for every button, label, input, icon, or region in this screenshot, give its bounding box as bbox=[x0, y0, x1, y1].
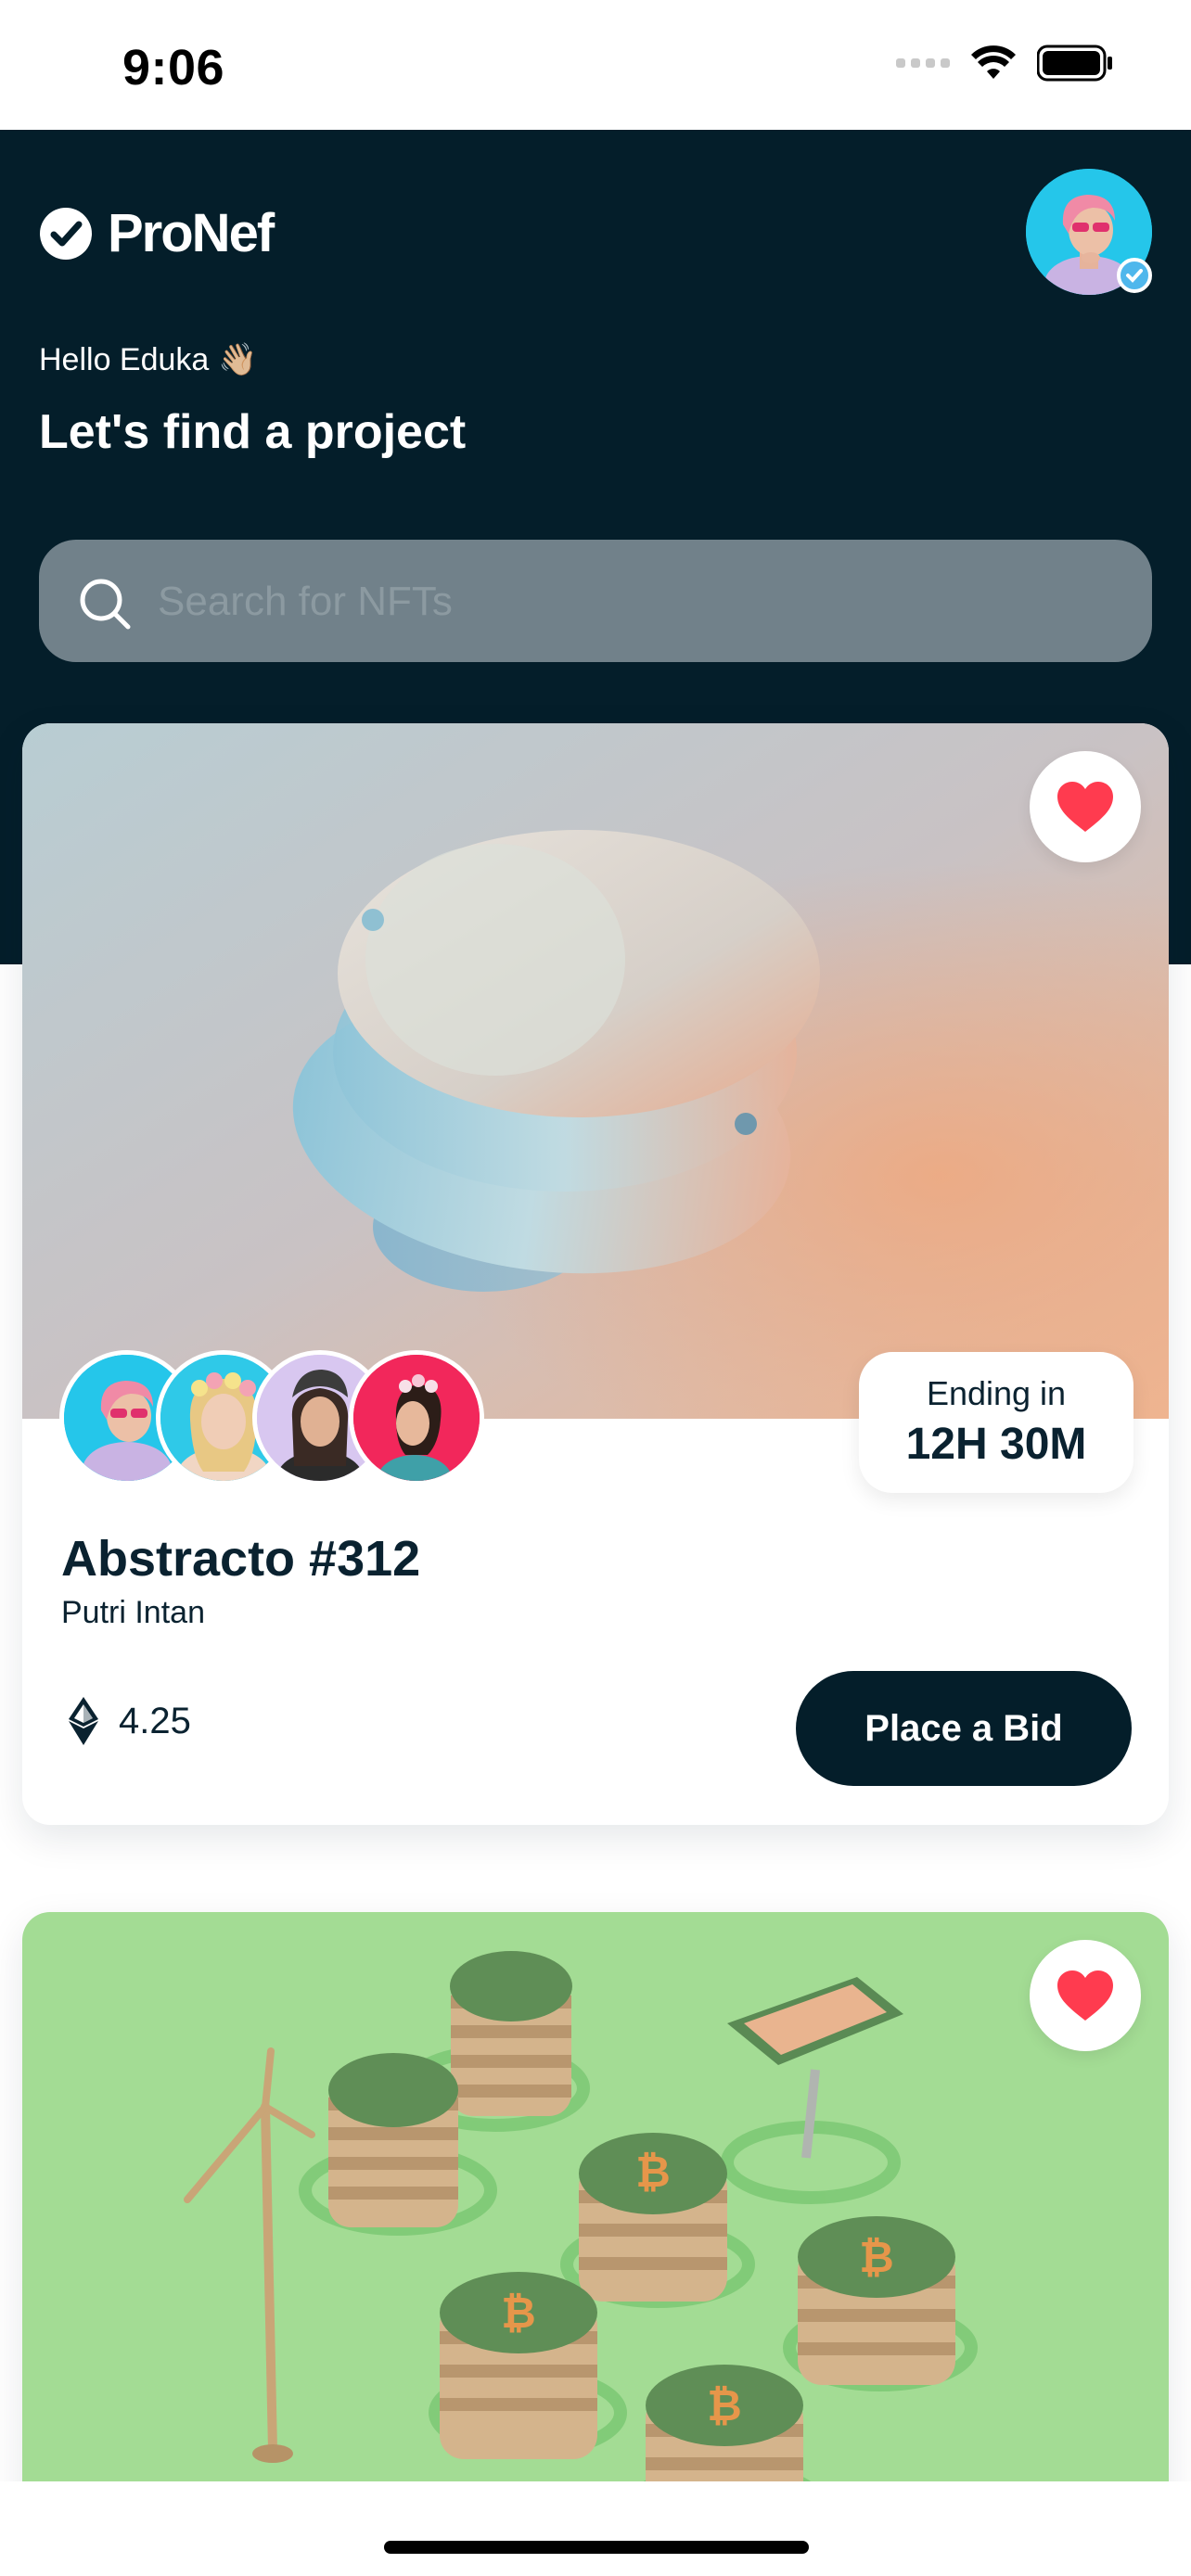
home-indicator-area bbox=[0, 2481, 1191, 2576]
nft-title: Abstracto #312 bbox=[61, 1531, 421, 1587]
nft-card[interactable]: ₿ ₿ ₿ ₿ bbox=[22, 1912, 1169, 2552]
verified-badge-icon bbox=[1117, 258, 1152, 293]
nft-artwork-image: ₿ ₿ ₿ ₿ bbox=[22, 1912, 1169, 2552]
nft-artwork-image bbox=[22, 723, 1169, 1419]
home-indicator[interactable] bbox=[384, 2541, 809, 2554]
owner-avatar[interactable] bbox=[349, 1350, 484, 1486]
nft-card[interactable]: Ending in 12H 30M Abstracto #312 Putri I… bbox=[22, 723, 1169, 1825]
battery-icon bbox=[1037, 45, 1112, 82]
nft-price: 4.25 bbox=[69, 1697, 191, 1745]
ending-time: 12H 30M bbox=[905, 1420, 1087, 1469]
app-logo: ProNef bbox=[39, 202, 275, 264]
page-title: Let's find a project bbox=[39, 405, 467, 459]
wifi-icon bbox=[971, 45, 1016, 79]
ethereum-icon bbox=[69, 1697, 98, 1745]
search-bar[interactable]: Search for NFTs bbox=[39, 540, 1152, 662]
svg-text:₿: ₿ bbox=[501, 2288, 536, 2338]
like-button[interactable] bbox=[1030, 1940, 1141, 2051]
status-bar: 9:06 bbox=[0, 0, 1191, 130]
status-icons bbox=[896, 45, 1113, 82]
ending-label: Ending in bbox=[926, 1374, 1067, 1412]
place-bid-button[interactable]: Place a Bid bbox=[796, 1671, 1132, 1786]
greeting-text: Hello Eduka bbox=[39, 341, 210, 377]
waving-hand-icon: 👋🏼 bbox=[218, 342, 258, 377]
check-badge-icon bbox=[40, 207, 92, 260]
heart-icon bbox=[1057, 782, 1113, 832]
nft-creator: Putri Intan bbox=[61, 1595, 205, 1630]
owner-avatars[interactable] bbox=[59, 1350, 486, 1489]
like-button[interactable] bbox=[1030, 751, 1141, 862]
price-value: 4.25 bbox=[119, 1700, 191, 1741]
cellular-signal-icon bbox=[896, 58, 950, 68]
auction-timer: Ending in 12H 30M bbox=[859, 1352, 1133, 1493]
greeting: Hello Eduka 👋🏼 bbox=[39, 341, 258, 378]
search-input[interactable]: Search for NFTs bbox=[158, 579, 453, 625]
svg-text:₿: ₿ bbox=[635, 2147, 671, 2197]
svg-text:₿: ₿ bbox=[707, 2380, 742, 2430]
status-time: 9:06 bbox=[122, 40, 225, 96]
svg-text:₿: ₿ bbox=[859, 2232, 894, 2282]
logo-text: ProNef bbox=[108, 203, 275, 263]
heart-icon bbox=[1057, 1970, 1113, 2021]
search-icon bbox=[80, 579, 131, 630]
